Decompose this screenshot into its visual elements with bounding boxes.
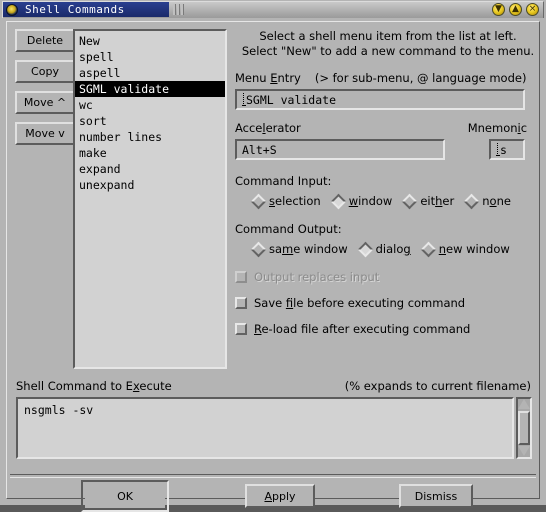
move-up-button-label: Move ^ bbox=[23, 96, 67, 109]
radio-input-none[interactable]: none bbox=[463, 193, 511, 209]
checkbox-reload-file-after-label: Re-load file after executing command bbox=[254, 322, 471, 336]
menu-entry-value: SGML validate bbox=[246, 92, 337, 107]
copy-button-label: Copy bbox=[31, 65, 59, 78]
list-item[interactable]: make bbox=[75, 145, 225, 161]
app-menu-icon[interactable] bbox=[6, 4, 18, 16]
radio-diamond-icon bbox=[463, 193, 480, 209]
move-down-button-label: Move v bbox=[25, 127, 65, 140]
title-bar-grip bbox=[173, 4, 189, 15]
radio-diamond-icon bbox=[402, 193, 418, 209]
mnemonic-label: Mnemonic bbox=[467, 121, 528, 135]
shell-command-value: nsgmls -sv bbox=[24, 403, 94, 417]
accelerator-input[interactable]: Alt+S bbox=[235, 139, 445, 160]
list-item[interactable]: New bbox=[75, 33, 225, 49]
radio-output-new-window-label: new window bbox=[438, 242, 510, 256]
scroll-up-arrow-icon[interactable] bbox=[518, 399, 530, 410]
radio-input-none-label: none bbox=[482, 194, 511, 208]
checkbox-save-file-before[interactable]: Save file before executing command bbox=[235, 296, 541, 310]
radio-input-either[interactable]: either bbox=[402, 193, 455, 209]
radio-input-window[interactable]: window bbox=[330, 193, 393, 209]
list-item[interactable]: aspell bbox=[75, 65, 225, 81]
radio-output-same-window-label: same window bbox=[269, 242, 348, 256]
close-button[interactable]: × bbox=[526, 3, 539, 16]
radio-diamond-icon bbox=[330, 193, 346, 209]
mnemonic-value: s bbox=[500, 142, 507, 157]
checkbox-save-file-before-label: Save file before executing command bbox=[254, 296, 466, 310]
ok-button[interactable]: OK bbox=[85, 484, 165, 508]
command-input-title: Command Input: bbox=[235, 174, 332, 188]
scroll-down-arrow-icon[interactable] bbox=[518, 446, 530, 457]
radio-output-new-window[interactable]: new window bbox=[420, 241, 510, 257]
radio-diamond-icon bbox=[420, 241, 436, 257]
title-bar[interactable]: Shell Commands ▼ ▲ × bbox=[2, 1, 544, 18]
separator bbox=[10, 474, 536, 478]
shell-command-list[interactable]: New spell aspell SGML validate wc sort number … bbox=[73, 29, 227, 369]
menu-entry-hint: (> for sub-menu, @ language mode) bbox=[314, 71, 527, 85]
delete-button-label: Delete bbox=[26, 34, 64, 47]
radio-output-same-window[interactable]: same window bbox=[250, 241, 348, 257]
checkbox-output-replaces-input-label: Output replaces input bbox=[254, 270, 380, 284]
checkbox-indicator-icon bbox=[235, 271, 247, 283]
shell-command-scrollbar[interactable] bbox=[516, 397, 532, 459]
dialog-body: Delete Copy Move ^ Move v New spell aspell… bbox=[6, 21, 541, 512]
radio-diamond-icon bbox=[250, 241, 267, 257]
radio-diamond-icon bbox=[250, 193, 267, 209]
apply-button[interactable]: Apply bbox=[245, 484, 315, 508]
list-item[interactable]: spell bbox=[75, 49, 225, 65]
list-item[interactable]: number lines bbox=[75, 129, 225, 145]
radio-input-selection[interactable]: selection bbox=[250, 193, 321, 209]
window-controls: ▼ ▲ × bbox=[492, 3, 539, 16]
text-caret bbox=[242, 93, 247, 106]
accelerator-label: Accelerator bbox=[235, 121, 301, 135]
minimize-icon: ▼ bbox=[495, 4, 502, 14]
mnemonic-input[interactable]: s bbox=[489, 139, 525, 160]
dismiss-button[interactable]: Dismiss bbox=[399, 484, 473, 508]
radio-output-dialog-label: dialog bbox=[375, 242, 411, 256]
checkbox-reload-file-after[interactable]: Re-load file after executing command bbox=[235, 322, 541, 336]
list-item[interactable]: sort bbox=[75, 113, 225, 129]
checkbox-output-replaces-input: Output replaces input bbox=[235, 270, 541, 284]
accelerator-value: Alt+S bbox=[242, 142, 277, 157]
apply-button-label: Apply bbox=[264, 489, 296, 503]
menu-entry-label: Menu Entry bbox=[235, 71, 301, 85]
checkbox-indicator-icon bbox=[235, 297, 247, 309]
checkbox-indicator-icon bbox=[235, 323, 247, 335]
shell-command-label: Shell Command to Execute bbox=[16, 379, 172, 393]
radio-input-either-label: either bbox=[420, 194, 455, 208]
window-title: Shell Commands bbox=[25, 3, 125, 16]
close-icon: × bbox=[528, 4, 537, 14]
menu-entry-input[interactable]: SGML validate bbox=[235, 89, 525, 110]
command-output-title: Command Output: bbox=[235, 222, 342, 236]
shell-command-hint: (% expands to current filename) bbox=[344, 379, 531, 393]
radio-output-dialog[interactable]: dialog bbox=[357, 241, 411, 257]
move-down-button[interactable]: Move v bbox=[15, 122, 75, 145]
help-text-line-2: Select "New" to add a new command to the… bbox=[241, 44, 535, 58]
maximize-icon: ▲ bbox=[512, 4, 519, 14]
maximize-button[interactable]: ▲ bbox=[509, 3, 522, 16]
list-item[interactable]: wc bbox=[75, 97, 225, 113]
list-item[interactable]: expand bbox=[75, 161, 225, 177]
radio-diamond-icon bbox=[357, 241, 373, 257]
command-input-radio-group: selection window either none bbox=[250, 193, 541, 209]
list-item[interactable]: SGML validate bbox=[75, 81, 225, 97]
minimize-button[interactable]: ▼ bbox=[492, 3, 505, 16]
move-up-button[interactable]: Move ^ bbox=[15, 91, 75, 114]
shell-command-textarea[interactable]: nsgmls -sv bbox=[16, 397, 514, 459]
radio-input-window-label: window bbox=[348, 194, 393, 208]
delete-button[interactable]: Delete bbox=[15, 29, 75, 52]
options-checkbox-group: Output replaces input Save file before ex… bbox=[235, 270, 541, 336]
list-item[interactable]: unexpand bbox=[75, 177, 225, 193]
shell-command-section: Shell Command to Execute (% expands to c… bbox=[13, 377, 535, 474]
command-output-radio-group: same window dialog new window bbox=[250, 241, 541, 257]
copy-button[interactable]: Copy bbox=[15, 60, 75, 83]
scrollbar-thumb[interactable] bbox=[518, 411, 530, 445]
ok-button-label: OK bbox=[117, 489, 133, 503]
dismiss-button-label: Dismiss bbox=[414, 489, 458, 503]
help-text-line-1: Select a shell menu item from the list a… bbox=[259, 29, 517, 43]
command-details-panel: Select a shell menu item from the list a… bbox=[235, 22, 541, 374]
radio-input-selection-label: selection bbox=[269, 194, 321, 208]
shell-commands-window: Shell Commands ▼ ▲ × Delete Copy Move ^ … bbox=[0, 0, 546, 512]
mnemonic-caret bbox=[496, 143, 501, 156]
